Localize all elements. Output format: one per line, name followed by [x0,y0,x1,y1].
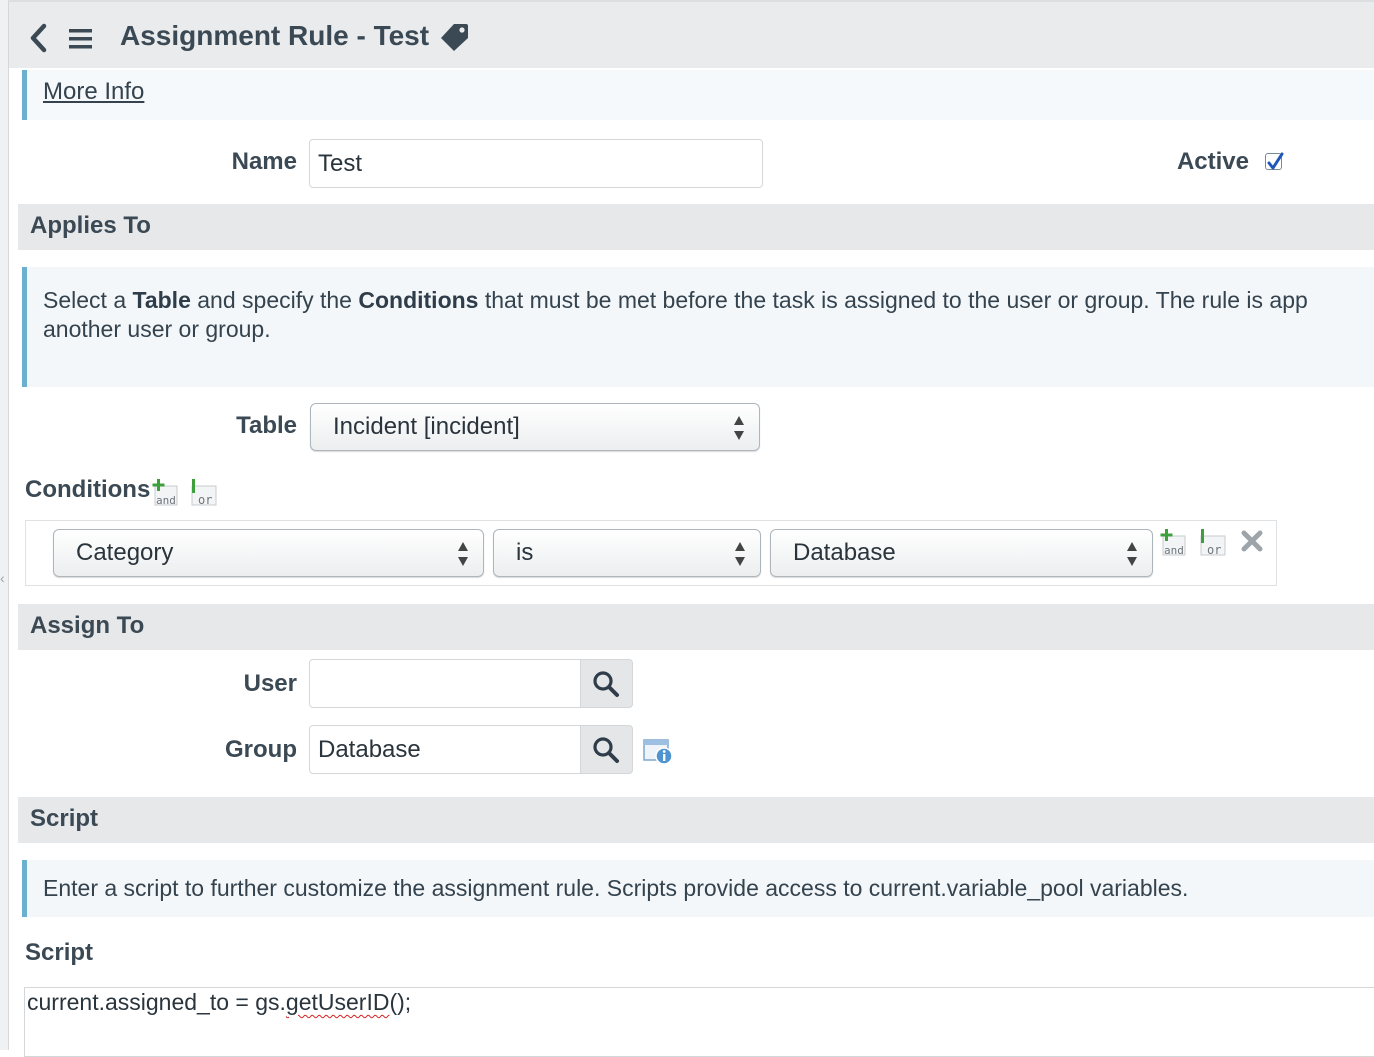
table-select[interactable]: Incident [incident] [310,403,760,451]
left-frame-edge: ‹ [0,0,9,1050]
add-or-condition-icon: or [1200,529,1226,557]
svg-text:and: and [156,494,176,507]
name-label: Name [231,148,297,175]
select-arrows-icon [458,542,468,566]
script-code-end: (); [389,989,412,1015]
condition-value-select[interactable]: Database [770,529,1153,577]
form-header: Assignment Rule - Test [9,2,1374,68]
add-or-condition-icon: or [191,479,217,507]
collapse-handle-icon[interactable]: ‹ [0,570,5,586]
select-arrows-icon [1127,542,1137,566]
tag-icon [441,24,468,51]
tag-button[interactable] [440,22,470,52]
delete-condition-icon [1241,530,1263,552]
chevron-left-icon [30,23,47,53]
script-section-title: Script [30,805,99,832]
script-code-misspelled: getUserID [285,989,390,1015]
more-info-link[interactable]: More Info [43,78,144,106]
script-help-box: Enter a script to further customize the … [22,860,1374,917]
context-menu-button[interactable] [67,24,97,54]
svg-text:or: or [1207,543,1221,557]
hamburger-menu-icon [69,29,92,49]
applies-to-title: Applies To [30,212,151,239]
row-add-or-button[interactable]: or [1199,527,1227,557]
add-and-condition-button[interactable]: and [152,477,180,507]
condition-value-value: Database [793,539,896,566]
group-field[interactable] [309,725,581,774]
more-info-banner: More Info [22,70,1374,120]
row-add-and-button[interactable]: and [1160,527,1188,557]
group-label: Group [225,736,297,763]
page-title: Assignment Rule - Test [120,20,430,51]
add-and-condition-icon: and [152,479,178,507]
condition-field-select[interactable]: Category [53,529,484,577]
script-section-header[interactable]: Script [18,797,1374,843]
svg-text:or: or [198,493,212,507]
user-lookup-button[interactable] [581,659,633,708]
user-label: User [243,670,297,697]
search-icon [593,671,619,697]
table-select-value: Incident [incident] [333,413,520,440]
back-button[interactable] [24,18,54,58]
svg-text:and: and [1164,544,1184,557]
group-reference-info-button[interactable] [642,737,674,767]
conditions-label: Conditions [25,476,151,503]
add-and-condition-icon: and [1160,529,1186,557]
select-arrows-icon [734,416,744,440]
delete-condition-button[interactable] [1240,529,1268,559]
group-lookup-button[interactable] [581,725,633,774]
script-editor[interactable]: current.assigned_to = gs.getUserID(); [24,987,1374,1057]
script-help-text: Enter a script to further customize the … [43,875,1189,901]
script-field-label: Script [25,939,94,966]
table-label: Table [236,412,297,439]
script-code-start: current.assigned_to = gs. [27,989,286,1015]
condition-field-value: Category [76,539,174,566]
name-field[interactable] [309,139,763,188]
reference-info-icon [643,739,673,765]
checkmark-icon [1267,152,1284,170]
assign-to-title: Assign To [30,612,145,639]
applies-to-section-header[interactable]: Applies To [18,204,1374,250]
applies-to-help-box: Select a Table and specify the Condition… [22,267,1374,387]
condition-operator-value: is [516,539,534,566]
user-field[interactable] [309,659,581,708]
applies-to-help-line2: another user or group. [43,316,271,342]
add-or-condition-button[interactable]: or [190,477,218,507]
search-icon [593,737,619,763]
assign-to-section-header[interactable]: Assign To [18,604,1374,650]
applies-to-help-line1: Select a Table and specify the Condition… [43,287,1308,313]
active-label: Active [1176,148,1249,175]
select-arrows-icon [735,542,745,566]
active-checkbox[interactable] [1265,152,1284,170]
condition-operator-select[interactable]: is [493,529,761,577]
